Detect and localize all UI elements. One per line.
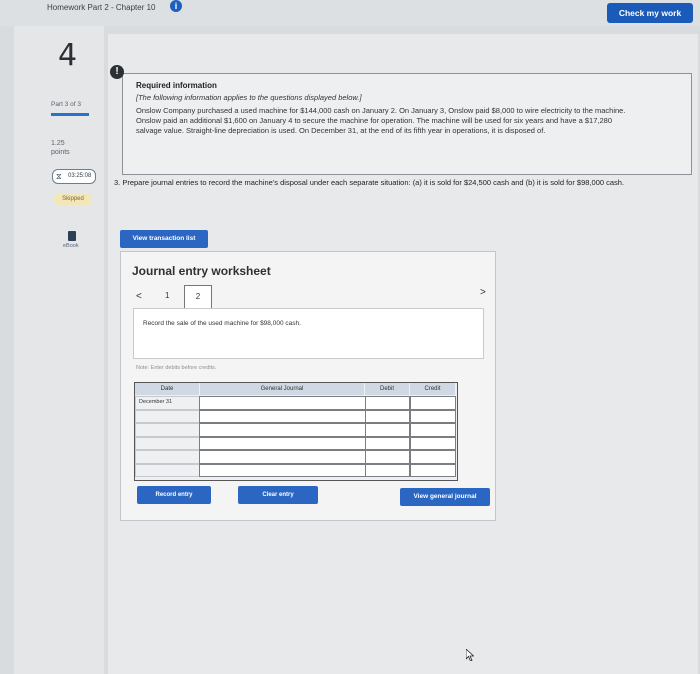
mouse-pointer-icon	[466, 649, 474, 661]
required-info-body: Onslow Company purchased a used machine …	[136, 106, 626, 135]
account-cell[interactable]	[199, 423, 366, 437]
account-cell[interactable]	[199, 463, 366, 477]
prev-entry-arrow[interactable]: <	[136, 291, 142, 302]
part-progress-bar	[51, 113, 89, 116]
question-text: 3. Prepare journal entries to record the…	[114, 178, 625, 187]
required-info-subtitle: [The following information applies to th…	[136, 93, 362, 102]
question-sidebar	[14, 26, 104, 674]
debit-cell[interactable]	[365, 436, 410, 450]
check-my-work-button[interactable]: Check my work	[607, 3, 693, 23]
assignment-title: Homework Part 2 - Chapter 10	[47, 3, 156, 12]
required-info-title: Required information	[136, 81, 217, 90]
ebook-link[interactable]: eBook	[63, 243, 79, 249]
date-cell[interactable]	[135, 436, 200, 450]
date-cell[interactable]: December 31	[135, 396, 200, 410]
timer-badge: ⧖ 03:25:08	[52, 169, 96, 184]
info-icon[interactable]: i	[170, 0, 182, 12]
hourglass-icon: ⧖	[56, 172, 62, 181]
part-indicator: Part 3 of 3	[51, 101, 81, 108]
alert-icon: !	[110, 65, 124, 79]
worksheet-title: Journal entry worksheet	[132, 264, 271, 278]
skipped-badge: Skipped	[54, 193, 92, 205]
timer-text: 03:25:08	[68, 173, 92, 179]
credit-cell[interactable]	[410, 409, 456, 423]
ebook-icon[interactable]	[68, 231, 76, 241]
cell-text: December 31	[139, 399, 173, 405]
column-header-credit: Credit	[410, 383, 455, 395]
view-transaction-list-button[interactable]: View transaction list	[120, 230, 208, 248]
column-header-general-journal: General Journal	[200, 383, 364, 395]
credit-cell[interactable]	[410, 463, 456, 477]
debit-cell[interactable]	[365, 423, 410, 437]
column-header-debit: Debit	[365, 383, 409, 395]
account-cell[interactable]	[199, 409, 366, 423]
date-cell[interactable]	[135, 423, 200, 437]
debit-cell[interactable]	[365, 450, 410, 464]
clear-entry-button[interactable]: Clear entry	[238, 486, 318, 504]
debits-note: Note: Enter debits before credits.	[136, 365, 217, 371]
credit-cell[interactable]	[410, 396, 456, 410]
column-header-date: Date	[135, 383, 199, 395]
entry-page-1[interactable]: 1	[165, 291, 169, 300]
entry-instruction: Record the sale of the used machine for …	[143, 320, 301, 327]
record-entry-button[interactable]: Record entry	[137, 486, 211, 504]
account-cell[interactable]	[199, 396, 366, 410]
entry-instruction-box	[133, 308, 484, 359]
next-entry-arrow[interactable]: >	[480, 287, 486, 298]
points-value: 1.25 points	[51, 140, 70, 156]
debit-cell[interactable]	[365, 409, 410, 423]
credit-cell[interactable]	[410, 450, 456, 464]
debit-cell[interactable]	[365, 396, 410, 410]
date-cell[interactable]	[135, 450, 200, 464]
credit-cell[interactable]	[410, 436, 456, 450]
view-general-journal-button[interactable]: View general journal	[400, 488, 490, 506]
entry-page-2[interactable]: 2	[184, 285, 212, 309]
question-number: 4	[58, 38, 78, 73]
date-cell[interactable]	[135, 463, 200, 477]
account-cell[interactable]	[199, 450, 366, 464]
debit-cell[interactable]	[365, 463, 410, 477]
credit-cell[interactable]	[410, 423, 456, 437]
date-cell[interactable]	[135, 409, 200, 423]
account-cell[interactable]	[199, 436, 366, 450]
